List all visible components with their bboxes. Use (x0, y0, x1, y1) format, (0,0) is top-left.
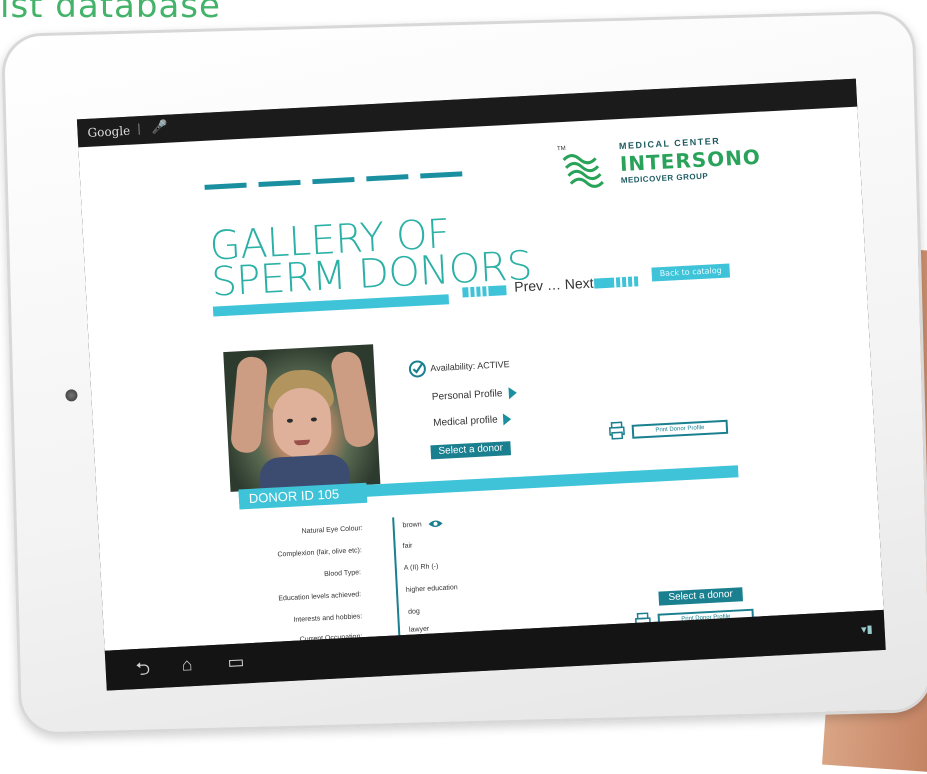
eye-icon (428, 520, 443, 527)
home-icon[interactable]: ⌂ (181, 654, 193, 676)
prev-arrow-icon[interactable] (462, 285, 507, 298)
value-occupation: lawyer (408, 625, 430, 634)
details-divider (392, 517, 402, 650)
medical-profile-label: Medical profile (432, 414, 498, 429)
top-fragment-text: ist database (0, 0, 221, 26)
value-blood-type: A (II) Rh (-) (403, 563, 439, 572)
triangle-right-icon (503, 413, 512, 426)
select-donor-button-2[interactable]: Select a donor (658, 587, 744, 606)
availability-status: Availability: ACTIVE (430, 359, 510, 374)
value-eye-colour: brown (402, 519, 443, 530)
separator: | (137, 121, 141, 136)
tablet-frame: Google | 🎤 TM MEDICAL CENTER INTERSONO M… (0, 10, 927, 736)
value-interests: dog (407, 608, 420, 616)
label-complexion: Complexion (fair, olive etc): (277, 547, 363, 559)
label-eye-colour: Natural Eye Colour: (301, 525, 363, 536)
print-donor-profile-button[interactable]: Print Donor Profile (631, 419, 729, 439)
personal-profile-label: Personal Profile (431, 388, 503, 403)
value-education: higher education (405, 584, 458, 594)
triangle-right-icon (508, 386, 517, 400)
back-icon[interactable]: ⮌ (135, 656, 151, 687)
next-arrow-icon[interactable] (593, 276, 639, 289)
donor-photo (223, 344, 381, 492)
recent-apps-icon[interactable]: ▭ (227, 651, 245, 673)
label-blood-type: Blood Type: (324, 569, 362, 579)
value-complexion: fair (402, 542, 413, 550)
prev-next-link[interactable]: Prev … Next (514, 275, 594, 295)
label-education: Education levels achieved: (278, 591, 362, 603)
camera-icon (65, 389, 78, 402)
web-page: TM MEDICAL CENTER INTERSONO MEDICOVER GR… (78, 106, 884, 651)
select-donor-button[interactable]: Select a donor (430, 441, 512, 460)
intersono-logo-mark-icon (562, 154, 604, 188)
mic-icon[interactable]: 🎤 (151, 119, 168, 136)
medical-profile-link[interactable]: Medical profile (433, 413, 512, 429)
label-interests: Interests and hobbies: (293, 613, 363, 624)
printer-icon[interactable] (607, 421, 626, 440)
wifi-battery-icon: ▾▮ (860, 623, 873, 637)
back-to-catalog-button[interactable]: Back to catalog (651, 263, 731, 282)
google-search-brand[interactable]: Google (87, 124, 130, 140)
check-circle-icon (408, 360, 426, 378)
decorative-dashes (204, 163, 475, 195)
personal-profile-link[interactable]: Personal Profile (431, 386, 517, 403)
tablet-screen: Google | 🎤 TM MEDICAL CENTER INTERSONO M… (76, 78, 886, 691)
